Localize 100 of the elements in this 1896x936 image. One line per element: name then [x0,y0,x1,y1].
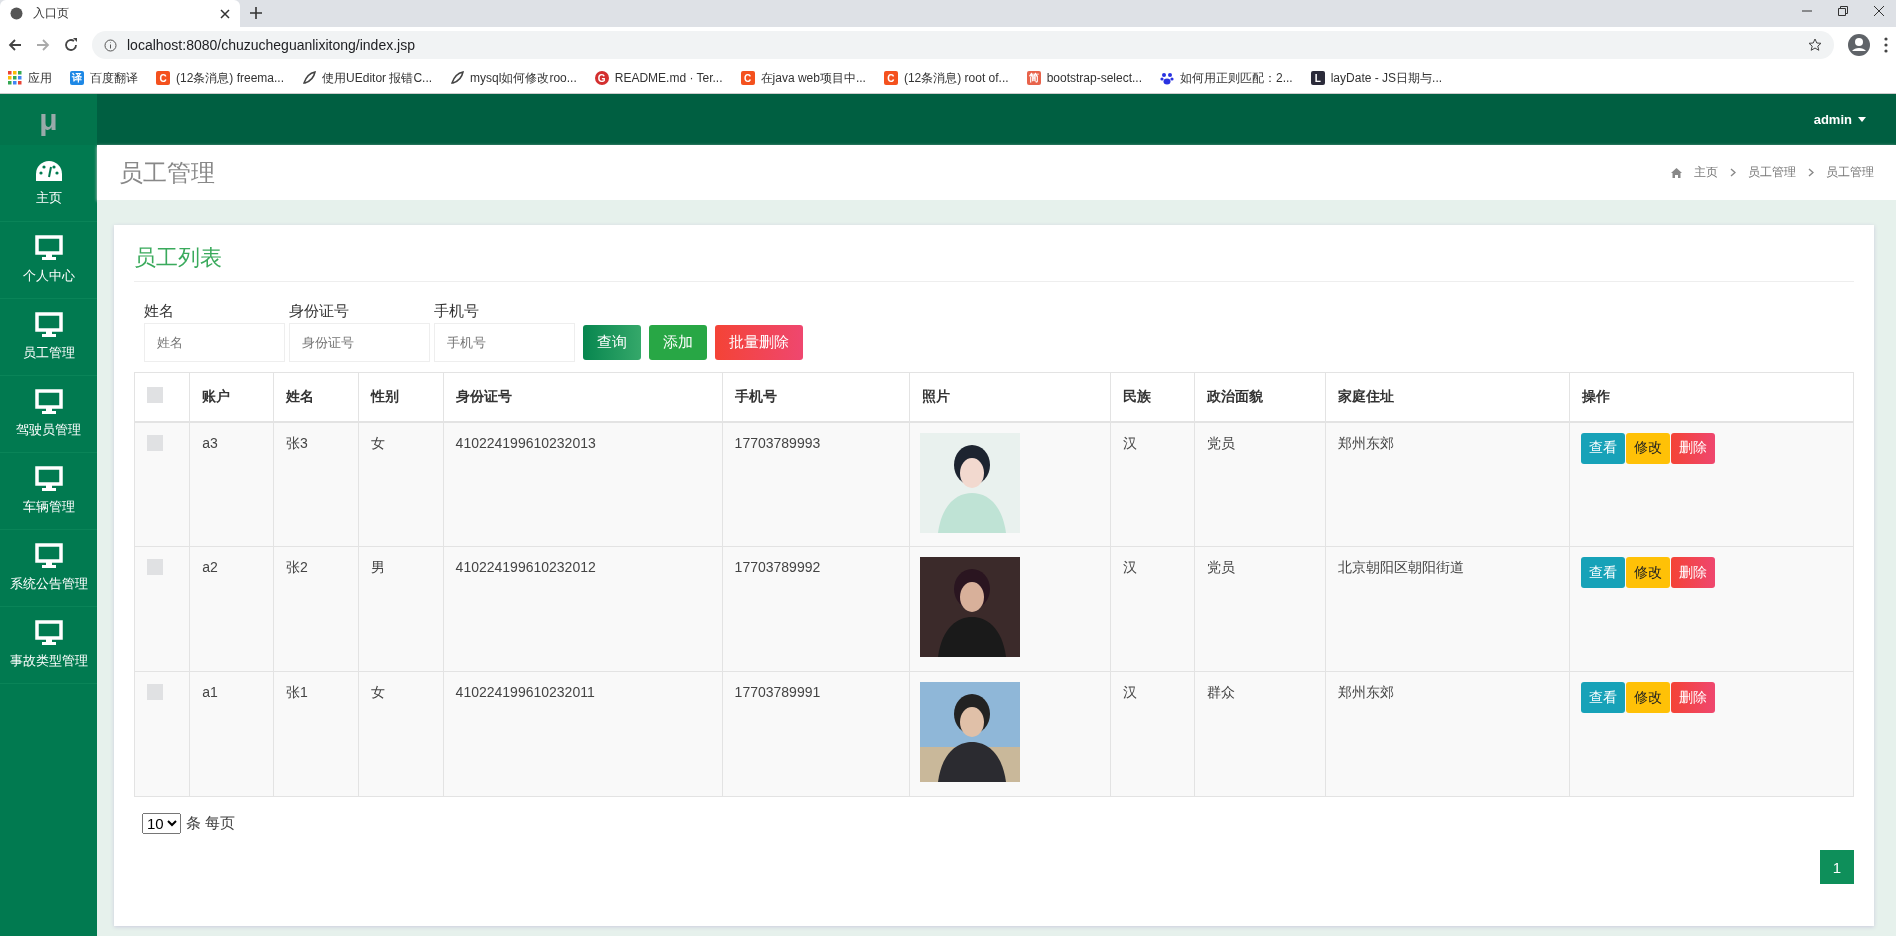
bookmark[interactable]: G README.md · Ter... [594,71,723,85]
delete-button[interactable]: 删除 [1670,682,1715,713]
bookmark-icon: 简 [1026,71,1041,85]
bookmark-icon: C [883,71,898,85]
table-cell: a1 [189,671,274,797]
table-cell: 410224199610232012 [443,546,723,672]
home-icon [1671,167,1682,178]
add-button[interactable]: 添加 [649,325,707,360]
profile-icon[interactable] [1848,34,1870,56]
table-cell: 17703789992 [722,546,910,672]
tab-title: 入口页 [33,5,70,22]
bookmark[interactable]: C (12条消息) root of... [883,69,1009,87]
view-button[interactable]: 查看 [1580,682,1625,713]
page-size-select[interactable]: 10 [142,813,181,834]
table-cell: 党员 [1194,546,1326,672]
column-header: 操作 [1569,372,1854,422]
edit-button[interactable]: 修改 [1625,432,1670,464]
breadcrumb-link[interactable]: 主页 [1694,164,1718,181]
browser-tab[interactable]: 入口页 [0,0,240,27]
close-icon[interactable] [1874,5,1884,16]
column-header: 性别 [358,372,444,422]
bookmark-icon: L [1310,71,1325,85]
reload-icon[interactable] [64,38,78,52]
back-icon[interactable] [8,38,22,52]
search-button[interactable]: 查询 [583,325,641,360]
table-cell: 郑州东郊 [1325,671,1570,797]
close-icon[interactable] [220,8,230,19]
input-field[interactable]: 姓名 [144,323,285,362]
column-header: 姓名 [273,372,359,422]
column-header: 家庭住址 [1325,372,1570,422]
checkbox[interactable] [147,387,163,404]
monitor-icon [34,466,63,492]
delete-button[interactable]: 删除 [1670,557,1715,588]
table-cell: 群众 [1194,671,1326,797]
chevron-icon [1808,168,1814,177]
view-button[interactable]: 查看 [1580,557,1625,588]
column-header: 手机号 [722,372,910,422]
table-cell: 汉 [1110,671,1195,797]
table-cell: 汉 [1110,421,1195,547]
monitor-icon [34,312,63,338]
bookmark[interactable]: 使用UEditor 报错C... [302,69,433,87]
address-bar[interactable]: localhost:8080/chuzucheguanlixitong/index.jsp [92,31,1834,59]
field-label: 手机号 [434,302,480,321]
input-field[interactable]: 身份证号 [289,323,430,362]
feather-icon [450,71,465,85]
table-cell: 女 [358,421,444,547]
bookmark[interactable]: 如何用正则匹配：2... [1160,69,1293,87]
input-field[interactable]: 手机号 [434,323,575,362]
column-header: 政治面貌 [1194,372,1326,422]
field-label: 身份证号 [289,302,350,321]
bookmark[interactable]: C (12条消息) freema... [156,69,285,87]
table-cell: a3 [189,421,274,547]
bookmark[interactable]: C 在java web项目中... [740,69,866,87]
monitor-icon [34,389,63,415]
table-cell: 男 [358,546,444,672]
bookmark[interactable]: 译 百度翻译 [70,69,138,87]
view-button[interactable]: 查看 [1580,432,1625,464]
table-cell: 410224199610232013 [443,421,723,547]
table-cell: 郑州东郊 [1325,421,1570,547]
checkbox[interactable] [147,684,163,700]
feather-icon [302,71,317,85]
table-cell: a2 [189,546,274,672]
table-cell: 北京朝阳区朝阳街道 [1325,546,1570,672]
edit-button[interactable]: 修改 [1625,557,1670,588]
table-cell: 张3 [273,421,359,547]
breadcrumb-link[interactable]: 员工管理 [1748,164,1796,181]
chevron-icon [1730,168,1736,177]
bookmark-icon: 译 [70,71,84,85]
page-size-label: 条 每页 [186,814,236,833]
info-icon [104,38,117,52]
page-title: 员工管理 [119,157,215,188]
star-icon[interactable] [1808,38,1822,52]
checkbox[interactable] [147,559,163,575]
column-header: 照片 [909,372,1111,422]
menu-icon[interactable] [1884,37,1888,53]
delete-button[interactable]: 批量删除 [715,325,803,360]
edit-button[interactable]: 修改 [1625,682,1670,713]
checkbox[interactable] [147,434,163,451]
bookmark[interactable]: 应用 [8,69,52,87]
restore-icon[interactable] [1838,5,1848,16]
logo: μ [0,94,97,145]
monitor-icon [34,543,63,569]
new-tab-icon[interactable] [250,7,262,19]
breadcrumb-link[interactable]: 员工管理 [1826,164,1874,181]
caret-icon [1858,117,1866,122]
bookmark-icon: G [594,71,609,85]
bookmark[interactable]: L layDate - JS日期与... [1310,69,1443,87]
bookmark-icon: C [740,71,755,85]
delete-button[interactable]: 删除 [1670,432,1715,464]
column-header: 账户 [189,372,274,422]
dashboard-icon [34,159,63,183]
page-button[interactable]: 1 [1820,850,1854,884]
apps-grid-icon [8,71,22,85]
table-cell: 汉 [1110,546,1195,672]
monitor-icon [34,620,63,646]
column-header: 民族 [1110,372,1195,422]
bookmark[interactable]: 简 bootstrap-select... [1026,71,1142,85]
user-menu[interactable]: admin [1813,112,1866,127]
table-cell: 17703789991 [722,671,910,797]
bookmark[interactable]: mysql如何修改roo... [450,69,577,87]
